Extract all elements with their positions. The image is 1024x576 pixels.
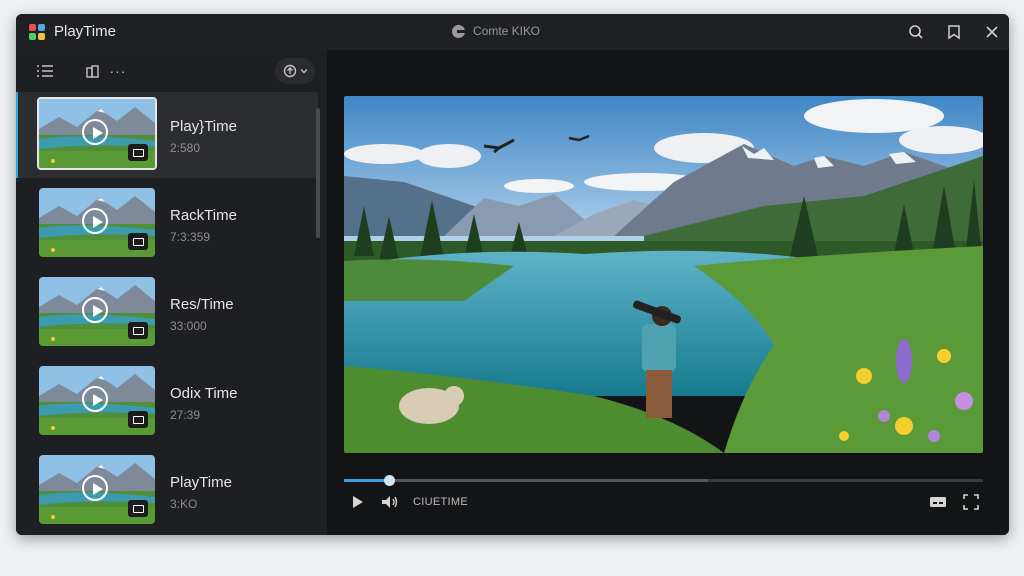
subtitles-icon — [930, 497, 946, 507]
play-circle-icon — [82, 386, 108, 412]
close-icon — [986, 26, 998, 38]
fullscreen-button[interactable] — [960, 492, 982, 512]
video-thumbnail — [39, 277, 155, 346]
item-duration: 2:580 — [170, 141, 201, 155]
playlist-sidebar: ··· Play}Time 2:580 RackTime 7:3:359 Res… — [16, 50, 327, 535]
item-title: PlayTime — [170, 474, 232, 491]
item-duration: 27:39 — [170, 408, 201, 422]
center-title-text: Comte ΚΙΚΟ — [473, 24, 540, 38]
subtitles-button[interactable] — [927, 492, 949, 512]
playlist: Play}Time 2:580 RackTime 7:3:359 Res/Tim… — [16, 92, 327, 535]
bookmark-button[interactable] — [943, 21, 965, 43]
list-item[interactable]: Res/Time 33:000 — [16, 270, 318, 356]
item-title: RackTime — [170, 207, 237, 224]
play-circle-icon — [82, 119, 108, 145]
app-window: PlayTime Comte ΚΙΚΟ ··· Play}Time 2:580 … — [16, 14, 1009, 535]
play-circle-icon — [82, 208, 108, 234]
bookmark-icon — [948, 25, 960, 40]
filter-dropdown-button[interactable] — [275, 58, 315, 84]
list-view-button[interactable] — [34, 60, 56, 82]
play-icon — [353, 496, 363, 508]
seek-handle[interactable] — [383, 475, 395, 486]
sidebar-toolbar: ··· — [16, 50, 327, 92]
seek-bar[interactable] — [344, 475, 983, 486]
player-label: CIUETIME — [413, 496, 468, 508]
more-button[interactable]: ··· — [107, 60, 129, 82]
video-thumbnail — [37, 97, 157, 170]
item-title: Play}Time — [170, 118, 237, 135]
video-badge-icon — [128, 322, 148, 339]
video-thumbnail — [39, 188, 155, 257]
settings-badge-icon — [128, 500, 148, 517]
sidebar-scrollbar[interactable] — [316, 108, 320, 238]
search-button[interactable] — [905, 21, 927, 43]
window-center-title: Comte ΚΙΚΟ — [452, 24, 540, 38]
fullscreen-icon — [963, 494, 979, 510]
search-icon — [909, 25, 923, 39]
volume-icon — [382, 496, 398, 508]
library-button[interactable] — [82, 60, 104, 82]
player-area: CIUETIME — [327, 50, 1009, 535]
item-title: Res/Time — [170, 296, 234, 313]
played-progress — [344, 479, 389, 482]
app-title: PlayTime — [54, 23, 116, 40]
filter-icon — [283, 64, 296, 78]
list-item[interactable]: Play}Time 2:580 — [16, 92, 318, 178]
play-circle-icon — [82, 475, 108, 501]
list-icon — [37, 65, 53, 77]
library-icon — [86, 65, 99, 78]
list-item[interactable]: RackTime 7:3:359 — [16, 181, 318, 267]
chevron-down-icon — [300, 69, 307, 74]
volume-button[interactable] — [379, 492, 401, 512]
play-circle-icon — [82, 297, 108, 323]
list-item[interactable]: Odix Time 27:39 — [16, 359, 318, 445]
item-duration: 33:000 — [170, 319, 207, 333]
more-icon: ··· — [109, 63, 127, 79]
video-badge-icon — [128, 144, 148, 161]
video-thumbnail — [39, 455, 155, 524]
video-thumbnail — [39, 366, 155, 435]
app-logo-icon — [29, 24, 45, 40]
item-duration: 7:3:359 — [170, 230, 211, 244]
profile-icon — [452, 24, 465, 38]
item-duration: 3:KO — [170, 497, 198, 511]
close-button[interactable] — [981, 21, 1003, 43]
item-title: Odix Time — [170, 385, 238, 402]
video-badge-icon — [128, 233, 148, 250]
title-bar: PlayTime Comte ΚΙΚΟ — [16, 14, 1009, 50]
video-frame[interactable] — [344, 96, 983, 453]
list-item[interactable]: PlayTime 3:KO — [16, 448, 318, 534]
video-badge-icon — [128, 411, 148, 428]
play-button[interactable] — [347, 492, 367, 512]
buffered-progress — [344, 479, 709, 482]
